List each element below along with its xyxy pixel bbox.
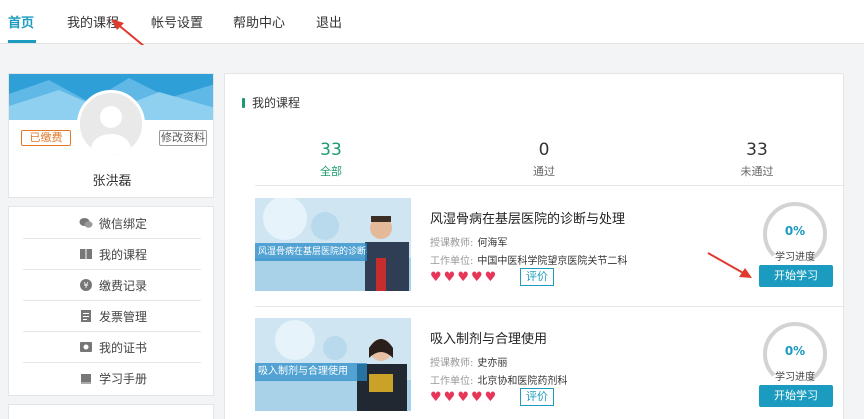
heart-icon: ♥: [443, 390, 456, 405]
course-teacher: 授课教师: 史亦丽: [430, 354, 507, 369]
course-title[interactable]: 吸入制剂与合理使用: [430, 328, 547, 347]
divider: [255, 306, 845, 307]
heart-icon: ♥: [430, 270, 442, 285]
progress-label: 学习进度: [775, 372, 815, 383]
menu-item-my-courses[interactable]: 我的课程: [23, 239, 201, 270]
stat-label: 未通过: [740, 165, 774, 178]
stat-not-passed[interactable]: 33 未通过: [707, 140, 807, 179]
invoice-icon: [79, 309, 93, 323]
rate-button[interactable]: 评价: [520, 388, 554, 406]
section-marker: [242, 98, 245, 108]
main-panel: 我的课程 33 全部 0 通过 33 未通过 风湿骨病在基层医院的诊断与处理 风…: [224, 73, 845, 419]
rate-button[interactable]: 评价: [520, 268, 554, 286]
course-teacher: 授课教师: 何海军: [430, 234, 507, 249]
menu-label: 微信绑定: [99, 216, 148, 231]
rating-hearts: ♥ ♥ ♥ ♥ ♥: [430, 271, 496, 285]
course-item: 风湿骨病在基层医院的诊断与处理 风湿骨病在基层医院的诊断与处理 授课教师:何海军…: [255, 198, 845, 298]
teacher-name: 何海军: [477, 238, 508, 249]
unit-name: 中国中医科学院望京医院关节二科: [477, 256, 628, 267]
heart-icon: ♥: [457, 390, 469, 405]
stat-number: 33: [746, 140, 768, 160]
teacher-label: 授课教师:: [430, 238, 474, 249]
stat-passed[interactable]: 0 通过: [494, 140, 594, 179]
profile-card: 已缴费 修改资料 张洪磊: [8, 73, 214, 198]
unit-label: 工作单位:: [430, 256, 474, 267]
heart-icon: ♥: [430, 390, 442, 405]
thumbnail-caption: 风湿骨病在基层医院的诊断与处理: [255, 243, 367, 261]
rating-hearts: ♥ ♥ ♥ ♥ ♥: [430, 391, 496, 405]
username: 张洪磊: [92, 174, 132, 189]
teacher-label: 授课教师:: [430, 358, 474, 369]
manual-icon: [79, 372, 93, 386]
edit-profile-button[interactable]: 修改资料: [159, 130, 207, 146]
paid-badge: 已缴费: [21, 130, 71, 146]
progress-percent: 0%: [784, 344, 806, 358]
section-title: 我的课程: [252, 96, 301, 110]
stat-label: 通过: [533, 165, 555, 178]
nav-logout[interactable]: 退出: [316, 12, 342, 31]
heart-icon: ♥: [443, 270, 456, 285]
payment-icon: ¥: [79, 278, 93, 292]
course-title[interactable]: 风湿骨病在基层医院的诊断与处理: [430, 208, 625, 227]
svg-text:¥: ¥: [83, 281, 88, 290]
stat-number: 33: [320, 140, 342, 160]
side-menu: 微信绑定 我的课程 ¥ 缴费记录 发票管理 我的证书 学习手册: [8, 206, 214, 396]
progress-label: 学习进度: [775, 252, 815, 263]
menu-item-payment-records[interactable]: ¥ 缴费记录: [23, 270, 201, 301]
start-learning-button[interactable]: 开始学习: [759, 385, 833, 407]
heart-icon: ♥: [470, 390, 483, 405]
heart-icon: ♥: [484, 390, 497, 405]
menu-label: 我的证书: [99, 340, 148, 355]
unit-label: 工作单位:: [430, 376, 474, 387]
top-nav: 首页 我的课程 帐号设置 帮助中心 退出: [0, 0, 864, 44]
wechat-icon: [79, 216, 93, 230]
menu-label: 发票管理: [99, 309, 148, 324]
nav-account-settings[interactable]: 帐号设置: [151, 12, 203, 31]
stat-number: 0: [538, 140, 550, 160]
avatar[interactable]: [77, 90, 145, 158]
menu-item-invoice[interactable]: 发票管理: [23, 301, 201, 332]
course-thumbnail[interactable]: 吸入制剂与合理使用: [255, 318, 411, 411]
course-unit: 工作单位: 中国中医科学院望京医院关节二科: [430, 252, 627, 267]
menu-label: 我的课程: [99, 247, 148, 262]
course-item: 吸入制剂与合理使用 吸入制剂与合理使用 授课教师: 史亦丽 工作单位: 北京协和医院…: [255, 318, 845, 418]
avatar-placeholder-icon: [80, 93, 142, 155]
menu-item-certificate[interactable]: 我的证书: [23, 332, 201, 363]
menu-label: 缴费记录: [99, 278, 148, 293]
certificate-icon: [79, 340, 93, 354]
unit-name: 北京协和医院药剂科: [477, 376, 568, 387]
teacher-name: 史亦丽: [477, 358, 508, 369]
menu-label: 学习手册: [99, 372, 148, 386]
heart-icon: ♥: [457, 270, 469, 285]
course-unit: 工作单位: 北京协和医院药剂科: [430, 372, 567, 387]
stat-all[interactable]: 33 全部: [281, 140, 381, 179]
stat-label: 全部: [320, 165, 342, 178]
nav-my-courses[interactable]: 我的课程: [67, 12, 119, 31]
menu-item-manual[interactable]: 学习手册: [23, 363, 201, 394]
heart-icon: ♥: [470, 270, 483, 285]
nav-help-center[interactable]: 帮助中心: [233, 12, 285, 31]
thumbnail-caption: 吸入制剂与合理使用: [255, 363, 367, 381]
progress-percent: 0%: [784, 224, 806, 238]
nav-home[interactable]: 首页: [8, 12, 34, 31]
course-thumbnail[interactable]: 风湿骨病在基层医院的诊断与处理: [255, 198, 411, 291]
side-menu-secondary: [8, 404, 214, 419]
divider: [255, 185, 845, 186]
book-icon: [79, 247, 93, 261]
start-learning-button[interactable]: 开始学习: [759, 265, 833, 287]
menu-item-wechat[interactable]: 微信绑定: [23, 208, 201, 239]
nav-active-underline: [8, 40, 36, 43]
heart-icon: ♥: [484, 270, 497, 285]
